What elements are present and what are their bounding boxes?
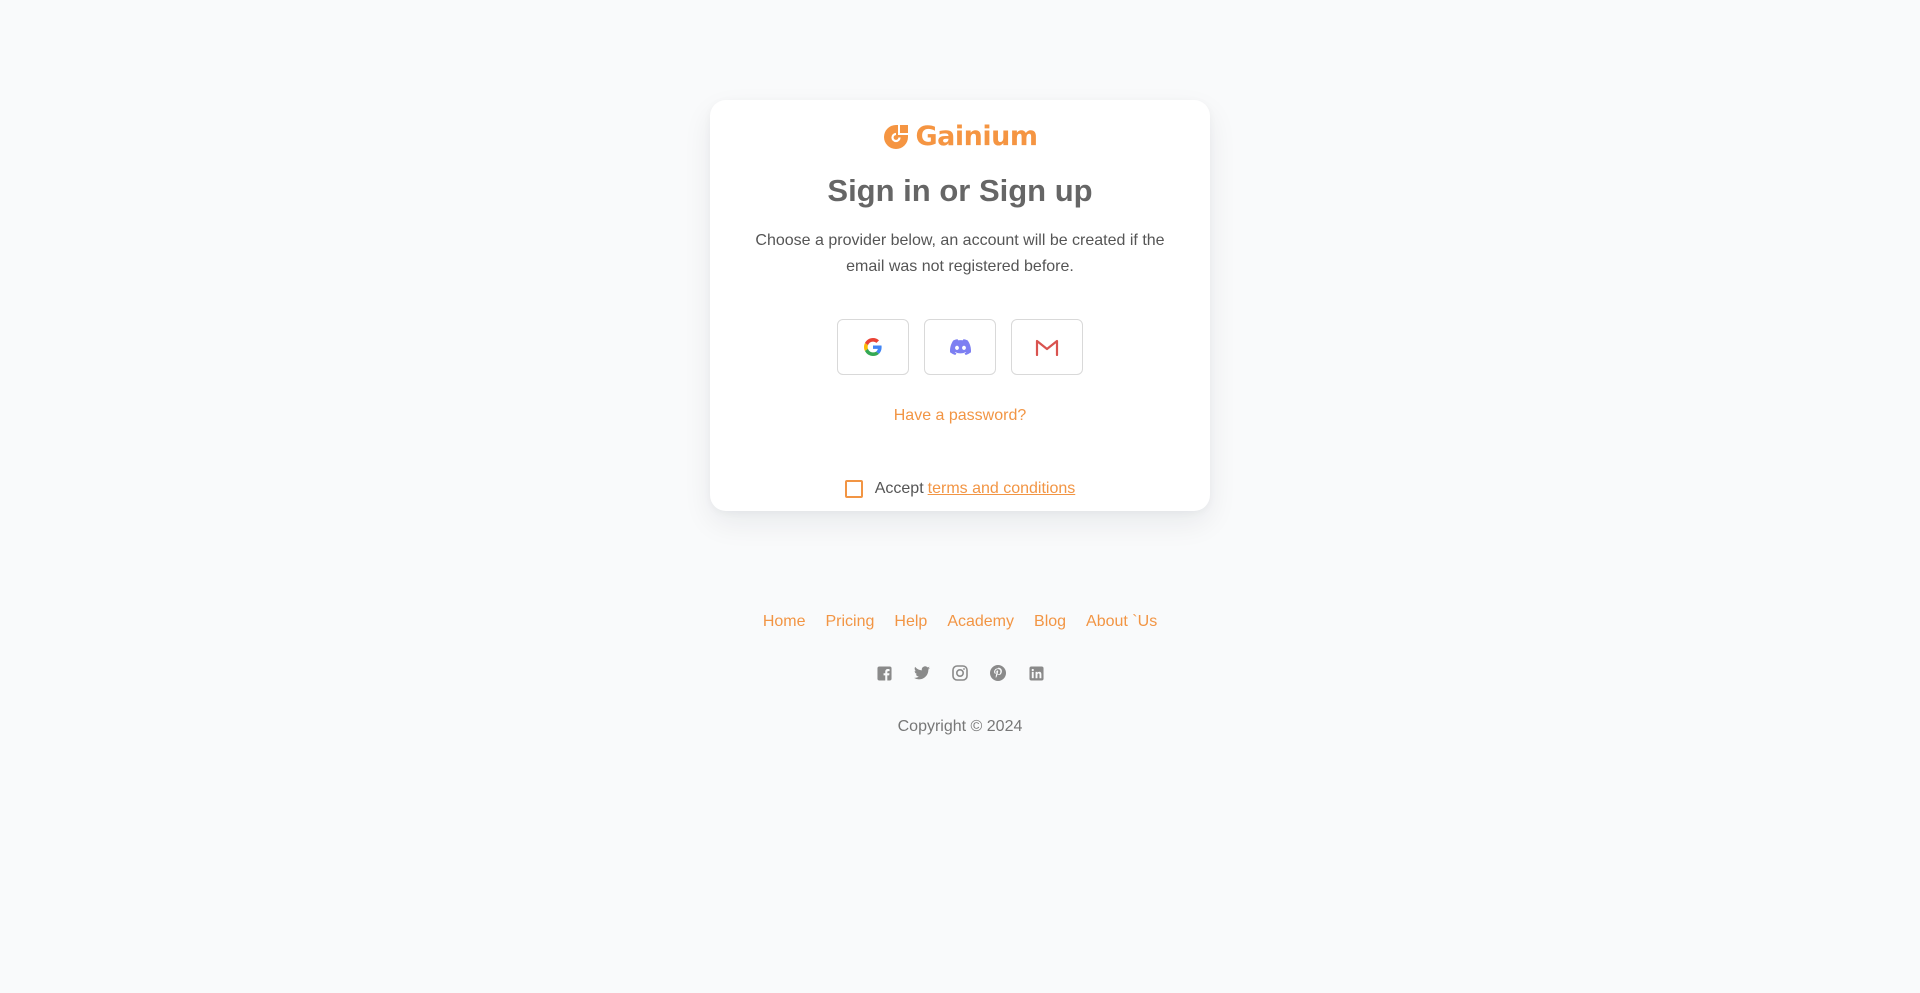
accept-label: Accept — [874, 480, 924, 497]
page-subtitle: Choose a provider below, an account will… — [755, 232, 1165, 275]
footer-nav: Home Pricing Help Academy Blog About `Us — [0, 613, 1920, 631]
footer-link-academy[interactable]: Academy — [947, 613, 1014, 631]
facebook-icon[interactable] — [876, 665, 892, 681]
page-title: Sign in or Sign up — [827, 173, 1093, 208]
provider-buttons — [710, 319, 1210, 375]
twitter-icon[interactable] — [914, 665, 930, 681]
terms-row: Accept terms and conditions — [710, 480, 1210, 498]
google-sign-in-button[interactable] — [837, 319, 909, 375]
have-password-link[interactable]: Have a password? — [710, 407, 1210, 425]
copyright-text: Copyright © 2024 — [897, 718, 1023, 735]
footer-link-about[interactable]: About `Us — [1086, 613, 1157, 631]
google-icon — [864, 338, 882, 356]
linkedin-icon[interactable] — [1028, 665, 1044, 681]
footer-link-pricing[interactable]: Pricing — [826, 613, 875, 631]
footer-link-blog[interactable]: Blog — [1034, 613, 1066, 631]
social-links — [0, 665, 1920, 681]
instagram-icon[interactable] — [952, 665, 968, 681]
brand-logo: Gainium — [710, 122, 1210, 152]
gmail-icon — [1035, 339, 1059, 356]
footer-link-help[interactable]: Help — [894, 613, 927, 631]
terms-link[interactable]: terms and conditions — [928, 480, 1076, 498]
footer-link-home[interactable]: Home — [763, 613, 806, 631]
discord-icon — [949, 339, 971, 355]
email-sign-in-button[interactable] — [1011, 319, 1083, 375]
pinterest-icon[interactable] — [990, 665, 1006, 681]
auth-card: Gainium Sign in or Sign up Choose a prov… — [710, 100, 1210, 511]
brand-name: Gainium — [915, 121, 1038, 152]
gainium-logo-icon — [883, 125, 908, 149]
discord-sign-in-button[interactable] — [924, 319, 996, 375]
accept-terms-checkbox[interactable] — [844, 480, 863, 498]
